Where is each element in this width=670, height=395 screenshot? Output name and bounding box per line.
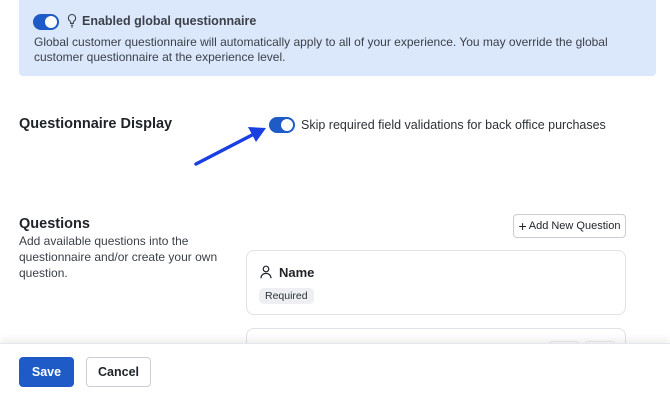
question-card[interactable]: Name Required <box>246 250 626 315</box>
toggle-knob <box>281 119 293 131</box>
add-new-question-button[interactable]: + Add New Question <box>513 214 626 238</box>
cancel-button[interactable]: Cancel <box>86 357 151 387</box>
plus-icon: + <box>518 218 527 234</box>
banner-title: Enabled global questionnaire <box>82 14 257 28</box>
arrow-annotation-icon <box>194 127 266 166</box>
toggle-knob <box>45 16 57 28</box>
question-name: Name <box>279 265 315 280</box>
person-icon <box>260 265 272 279</box>
banner-description: Global customer questionnaire will autom… <box>34 35 608 64</box>
required-badge: Required <box>259 288 314 304</box>
global-questionnaire-toggle[interactable] <box>33 14 59 30</box>
skip-validation-toggle[interactable] <box>269 117 295 133</box>
lightbulb-icon <box>67 13 77 28</box>
questions-description: Add available questions into the questio… <box>19 234 218 280</box>
questionnaire-display-title: Questionnaire Display <box>19 116 173 132</box>
global-questionnaire-banner: Enabled global questionnaire Global cust… <box>19 0 656 76</box>
save-button[interactable]: Save <box>19 357 74 387</box>
form-footer: Save Cancel <box>0 343 670 395</box>
add-new-question-label: Add New Question <box>528 220 621 232</box>
skip-validation-label: Skip required field validations for back… <box>301 118 606 132</box>
questions-title: Questions <box>19 216 90 232</box>
